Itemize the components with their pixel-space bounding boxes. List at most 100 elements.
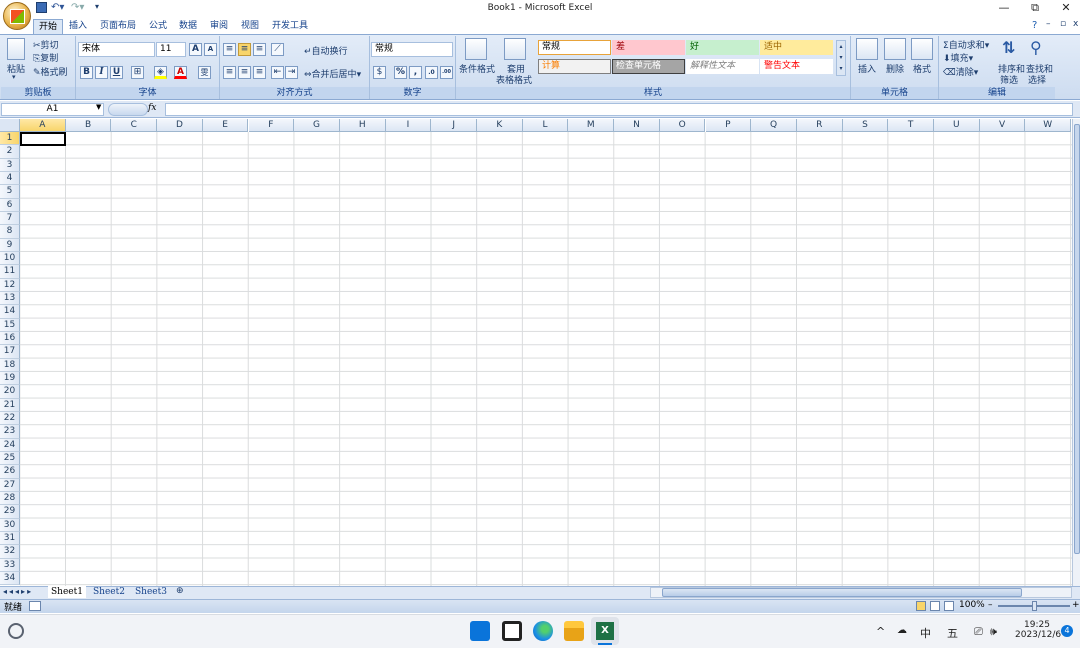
increase-decimal-button[interactable]: .0 xyxy=(425,66,438,79)
tab-insert[interactable]: 插入 xyxy=(64,19,92,34)
formula-input[interactable] xyxy=(165,103,1073,116)
row-header[interactable]: 31 xyxy=(0,531,20,546)
decrease-indent-icon[interactable]: ⇤ xyxy=(271,66,284,79)
row-header[interactable]: 3 xyxy=(0,158,20,172)
cell-style-3[interactable]: 好 xyxy=(686,40,759,55)
align-bottom-icon[interactable]: ≡ xyxy=(253,43,266,56)
column-header[interactable]: T xyxy=(888,119,934,132)
row-header[interactable]: 24 xyxy=(0,438,20,452)
column-header[interactable]: U xyxy=(934,119,980,132)
row-header[interactable]: 15 xyxy=(0,318,20,332)
row-header[interactable]: 14 xyxy=(0,305,20,319)
column-header[interactable]: V xyxy=(979,119,1026,132)
format-as-table-button-2[interactable]: 表格格式 xyxy=(496,73,532,86)
cell-style-4[interactable]: 适中 xyxy=(760,40,833,55)
insert-sheet-icon[interactable]: ⊕ xyxy=(176,586,184,596)
format-cells-icon[interactable] xyxy=(911,38,933,60)
column-header[interactable]: A xyxy=(20,119,66,132)
row-header[interactable]: 28 xyxy=(0,491,20,506)
cell-style-8[interactable]: 警告文本 xyxy=(760,59,833,74)
normal-view-icon[interactable] xyxy=(916,601,926,611)
row-header[interactable]: 33 xyxy=(0,558,20,572)
insert-cells-icon[interactable] xyxy=(856,38,878,60)
edge-browser-icon[interactable] xyxy=(533,621,553,641)
comma-button[interactable]: , xyxy=(409,66,422,79)
column-header[interactable]: L xyxy=(522,119,569,132)
autosum-button[interactable]: Σ自动求和▾ xyxy=(943,38,989,51)
zoom-in-icon[interactable]: + xyxy=(1072,600,1080,610)
sort-filter-icon[interactable]: ⇅ xyxy=(1002,38,1015,57)
table-format-icon[interactable] xyxy=(504,38,526,60)
insert-cells-button[interactable]: 插入 xyxy=(858,62,876,75)
underline-button[interactable]: U xyxy=(110,66,123,79)
cell-style-7[interactable]: 解释性文本 xyxy=(686,59,759,74)
sheet-tab-3[interactable]: Sheet3 xyxy=(132,586,170,598)
row-header[interactable]: 32 xyxy=(0,545,20,559)
column-header[interactable]: Q xyxy=(751,119,797,132)
row-header[interactable]: 11 xyxy=(0,265,20,279)
delete-cells-icon[interactable] xyxy=(884,38,906,60)
help-icon[interactable]: ? xyxy=(1032,20,1037,31)
clear-button[interactable]: ⌫清除▾ xyxy=(943,65,978,78)
vertical-scroll-thumb[interactable] xyxy=(1074,124,1080,554)
row-header[interactable]: 23 xyxy=(0,425,20,439)
row-header[interactable]: 25 xyxy=(0,451,20,466)
font-size-combo[interactable]: 11 xyxy=(156,42,186,57)
row-header[interactable]: 22 xyxy=(0,411,20,426)
column-header[interactable]: S xyxy=(842,119,889,132)
worksheet-grid[interactable]: ABCDEFGHIJKLMNOPQRSTUVW 1 2 3 4 5 6 7 8 9 10 11 12 1… xyxy=(0,119,1072,586)
binoculars-icon[interactable]: ⚲ xyxy=(1030,38,1042,57)
style-gallery-more-icon[interactable]: ▴ ▾ ▾ xyxy=(836,40,846,76)
file-explorer-icon[interactable] xyxy=(564,621,584,641)
cell-style-2[interactable]: 差 xyxy=(612,40,685,55)
italic-button[interactable]: I xyxy=(95,66,108,79)
shrink-font-icon[interactable]: A xyxy=(204,43,217,56)
align-left-icon[interactable]: ≡ xyxy=(223,66,236,79)
ime-language[interactable]: 中 xyxy=(920,625,931,641)
page-layout-view-icon[interactable] xyxy=(930,601,940,611)
align-right-icon[interactable]: ≡ xyxy=(253,66,266,79)
sheet-tab-2[interactable]: Sheet2 xyxy=(90,586,128,598)
number-format-combo[interactable]: 常规 xyxy=(371,42,453,57)
row-header[interactable]: 20 xyxy=(0,385,20,399)
row-header[interactable]: 16 xyxy=(0,331,20,346)
font-name-combo[interactable]: 宋体 xyxy=(78,42,155,57)
sheet-nav-arrows-icon[interactable]: ◂◂◂▸▸ xyxy=(3,587,33,596)
row-header[interactable]: 34 xyxy=(0,571,20,586)
column-header[interactable]: F xyxy=(248,119,295,132)
row-header[interactable]: 12 xyxy=(0,278,20,292)
format-cells-button[interactable]: 格式 xyxy=(913,62,931,75)
zoom-slider-thumb[interactable] xyxy=(1032,601,1037,611)
clock[interactable]: 19:25 2023/12/6 xyxy=(1015,620,1061,640)
row-header[interactable]: 5 xyxy=(0,185,20,199)
sort-filter-button-2[interactable]: 筛选 xyxy=(1000,73,1018,86)
row-header[interactable]: 8 xyxy=(0,225,20,239)
cell-style-1[interactable]: 常规 xyxy=(538,40,611,55)
cell-style-5[interactable]: 计算 xyxy=(538,59,611,74)
column-header[interactable]: K xyxy=(477,119,523,132)
phonetic-icon[interactable]: 雯 xyxy=(198,66,211,79)
column-header[interactable]: J xyxy=(431,119,477,132)
office-button[interactable] xyxy=(3,2,31,30)
row-header[interactable]: 2 xyxy=(0,145,20,159)
align-top-icon[interactable]: ≡ xyxy=(223,43,236,56)
column-header[interactable]: G xyxy=(294,119,340,132)
format-painter-button[interactable]: ✎格式刷 xyxy=(33,65,68,78)
fill-color-icon[interactable]: ◈ xyxy=(154,66,167,79)
row-header[interactable]: 19 xyxy=(0,371,20,386)
zoom-out-icon[interactable]: – xyxy=(988,600,993,610)
row-header[interactable]: 21 xyxy=(0,398,20,412)
task-view-icon[interactable] xyxy=(502,621,522,641)
tray-overflow-icon[interactable]: ^ xyxy=(876,625,885,638)
cell-area[interactable] xyxy=(20,132,1072,586)
row-header[interactable]: 13 xyxy=(0,291,20,306)
sheet-tab-1[interactable]: Sheet1 xyxy=(48,586,86,598)
align-middle-icon[interactable]: ≡ xyxy=(238,43,251,56)
restore-icon[interactable]: ⧉ xyxy=(1027,2,1043,14)
column-header[interactable]: M xyxy=(568,119,615,132)
row-header[interactable]: 29 xyxy=(0,505,20,519)
row-header[interactable]: 17 xyxy=(0,345,20,359)
network-icon[interactable]: ⎚ xyxy=(974,625,983,639)
wrap-text-button[interactable]: ↵自动换行 xyxy=(304,44,348,57)
page-break-view-icon[interactable] xyxy=(944,601,954,611)
